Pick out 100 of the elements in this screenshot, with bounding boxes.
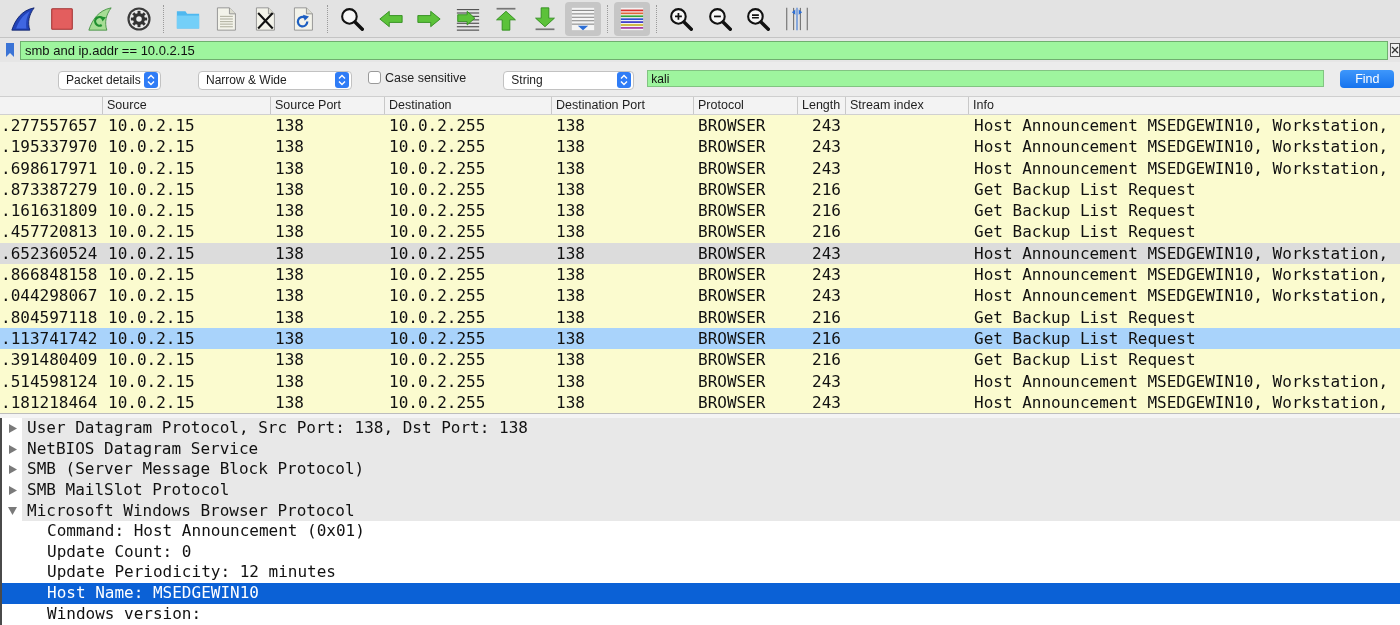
table-cell-text: 138 xyxy=(555,178,586,201)
updown-arrows-icon xyxy=(144,72,158,88)
table-cell-text: 243 xyxy=(811,285,842,307)
packet-row[interactable]: .181218464 10.0.2.15 138 10.0.2.255 138 BROWSER 243 Host Announcement MSEDGEWIN10, Workstation, xyxy=(0,391,1400,414)
expand-triangle-icon[interactable] xyxy=(8,485,17,495)
table-cell-text: 138 xyxy=(555,157,586,179)
column-header[interactable]: Protocol xyxy=(693,97,797,114)
gear-icon xyxy=(126,6,151,31)
table-cell-text: 216 xyxy=(811,349,842,371)
bookmark-icon[interactable] xyxy=(5,42,15,58)
collapse-triangle-icon[interactable] xyxy=(8,506,17,516)
packet-row[interactable]: .804597118 10.0.2.15 138 10.0.2.255 138 BROWSER 216 Get Backup List Request xyxy=(0,306,1400,328)
packet-row[interactable]: .457720813 10.0.2.15 138 10.0.2.255 138 BROWSER 216 Get Backup List Request xyxy=(0,221,1400,243)
table-cell-text: 10.0.2.255 xyxy=(388,327,487,350)
table-cell-text: 10.0.2.255 xyxy=(388,306,487,328)
tree-item[interactable]: Windows version: xyxy=(2,603,1400,625)
table-cell-text: .873387279 xyxy=(0,178,99,201)
packet-row[interactable]: .698617971 10.0.2.15 138 10.0.2.255 138 BROWSER 243 Host Announcement MSEDGEWIN10, Workstation, xyxy=(0,157,1400,179)
column-header[interactable]: Stream index xyxy=(845,97,968,114)
column-header[interactable]: Source xyxy=(102,97,270,114)
table-cell-text: Host Announcement MSEDGEWIN10, Workstation, xyxy=(973,370,1390,392)
packet-row[interactable]: .195337970 10.0.2.15 138 10.0.2.255 138 BROWSER 243 Host Announcement MSEDGEWIN10, Workstation, xyxy=(0,136,1400,158)
table-cell-text: 10.0.2.15 xyxy=(107,157,196,179)
table-cell-text: 138 xyxy=(555,115,586,137)
table-cell-text: .804597118 xyxy=(0,306,99,328)
packet-row[interactable]: .866848158 10.0.2.15 138 10.0.2.255 138 BROWSER 243 Host Announcement MSEDGEWIN10, Workstation, xyxy=(0,264,1400,286)
packet-row[interactable]: .161631809 10.0.2.15 138 10.0.2.255 138 BROWSER 216 Get Backup List Request xyxy=(0,200,1400,222)
column-header[interactable]: Length xyxy=(797,97,845,114)
table-cell-text: 138 xyxy=(555,327,586,350)
table-cell-text: .457720813 xyxy=(0,221,99,243)
columns-arrows-icon xyxy=(784,6,809,31)
search-field[interactable]: kali xyxy=(647,70,1325,87)
table-cell-text: BROWSER xyxy=(697,136,767,158)
table-cell-text: BROWSER xyxy=(697,285,767,307)
table-cell-text: 138 xyxy=(555,391,586,414)
fin-circular-arrow-icon xyxy=(88,6,112,31)
table-cell-text: 10.0.2.15 xyxy=(107,136,196,158)
table-cell-text: 10.0.2.15 xyxy=(107,178,196,201)
expand-triangle-icon[interactable] xyxy=(8,424,17,433)
table-cell-text: Host Announcement MSEDGEWIN10, Workstation, xyxy=(973,264,1390,286)
column-header[interactable]: Info xyxy=(968,97,1400,114)
clear-icon[interactable] xyxy=(1390,43,1400,57)
table-cell-text: 138 xyxy=(274,115,305,137)
table-cell-text: 138 xyxy=(555,242,586,265)
updown-arrows-icon xyxy=(617,72,632,88)
colorize-button[interactable] xyxy=(614,1,650,36)
auto-scroll-button[interactable] xyxy=(565,1,601,36)
table-cell-text: 138 xyxy=(555,349,586,371)
search-in-dropdown[interactable]: Packet details xyxy=(58,70,161,90)
table-cell-text: 10.0.2.15 xyxy=(107,349,196,371)
table-cell-text: BROWSER xyxy=(697,349,767,371)
tree-item[interactable]: Update Periodicity: 12 minutes xyxy=(2,562,1400,583)
table-cell-text: 216 xyxy=(811,327,842,350)
table-cell-text: 138 xyxy=(555,264,586,286)
column-header[interactable]: Destination xyxy=(384,97,551,114)
striped-lines-icon xyxy=(620,6,644,31)
table-cell-text: .181218464 xyxy=(0,391,99,414)
search-type-dropdown[interactable]: String xyxy=(503,70,635,90)
display-filter-field[interactable]: smb and ip.addr == 10.0.2.15 xyxy=(20,40,1388,60)
packet-row[interactable]: .277557657 10.0.2.15 138 10.0.2.255 138 BROWSER 243 Host Announcement MSEDGEWIN10, Workstation, xyxy=(0,115,1400,137)
search-icon xyxy=(340,6,364,31)
tree-item[interactable]: Command: Host Announcement (0x01) xyxy=(2,521,1400,542)
table-cell-text: .113741742 xyxy=(0,327,99,350)
tree-item[interactable]: NetBIOS Datagram Service xyxy=(22,438,1400,460)
table-cell-text: 10.0.2.15 xyxy=(107,115,196,137)
tree-item[interactable]: Update Count: 0 xyxy=(2,541,1400,563)
table-cell-text: 138 xyxy=(274,285,305,307)
packet-row[interactable]: .514598124 10.0.2.15 138 10.0.2.255 138 BROWSER 243 Host Announcement MSEDGEWIN10, Workstation, xyxy=(0,370,1400,392)
tree-item[interactable]: SMB (Server Message Block Protocol) xyxy=(22,459,1400,480)
packet-row[interactable]: .873387279 10.0.2.15 138 10.0.2.255 138 BROWSER 216 Get Backup List Request xyxy=(0,178,1400,201)
tree-item[interactable]: Microsoft Windows Browser Protocol xyxy=(22,500,1400,522)
table-cell-text: .698617971 xyxy=(0,157,99,179)
tree-item[interactable]: Host Name: MSEDGEWIN10 xyxy=(2,582,1400,604)
table-cell-text: 10.0.2.255 xyxy=(388,136,487,158)
table-cell-text: BROWSER xyxy=(697,157,767,179)
column-header[interactable]: Source Port xyxy=(270,97,384,114)
table-cell-text: 10.0.2.15 xyxy=(107,327,196,350)
shark-fin-icon xyxy=(11,6,35,31)
table-cell-text: Host Announcement MSEDGEWIN10, Workstation, xyxy=(973,136,1390,158)
table-cell-text: 10.0.2.15 xyxy=(107,242,196,265)
packet-row[interactable]: .391480409 10.0.2.15 138 10.0.2.255 138 BROWSER 216 Get Backup List Request xyxy=(0,349,1400,371)
table-cell-text: .044298067 xyxy=(0,285,99,307)
character-width-dropdown[interactable]: Narrow & Wide xyxy=(198,70,352,90)
table-cell-text: 243 xyxy=(811,242,842,265)
packet-row[interactable]: .652360524 10.0.2.15 138 10.0.2.255 138 BROWSER 243 Host Announcement MSEDGEWIN10, Workstation, xyxy=(0,242,1400,265)
tree-item[interactable]: User Datagram Protocol, Src Port: 138, Dst Port: 138 xyxy=(22,418,1400,439)
find-button[interactable]: Find xyxy=(1340,70,1395,88)
table-cell-text: 216 xyxy=(811,306,842,328)
expand-triangle-icon[interactable] xyxy=(8,465,17,475)
table-cell-text: 243 xyxy=(811,157,842,179)
document-icon xyxy=(214,6,238,31)
table-cell-text: .195337970 xyxy=(0,136,99,158)
table-cell-text: BROWSER xyxy=(697,178,767,201)
column-header[interactable]: Destination Port xyxy=(551,97,693,114)
case-sensitive-checkbox[interactable] xyxy=(368,70,381,84)
tree-item[interactable]: SMB MailSlot Protocol xyxy=(22,479,1400,501)
packet-row[interactable]: .113741742 10.0.2.15 138 10.0.2.255 138 BROWSER 216 Get Backup List Request xyxy=(0,327,1400,350)
expand-triangle-icon[interactable] xyxy=(8,444,17,454)
packet-row[interactable]: .044298067 10.0.2.15 138 10.0.2.255 138 BROWSER 243 Host Announcement MSEDGEWIN10, Workstation, xyxy=(0,285,1400,307)
table-cell-text: 10.0.2.255 xyxy=(388,115,487,137)
